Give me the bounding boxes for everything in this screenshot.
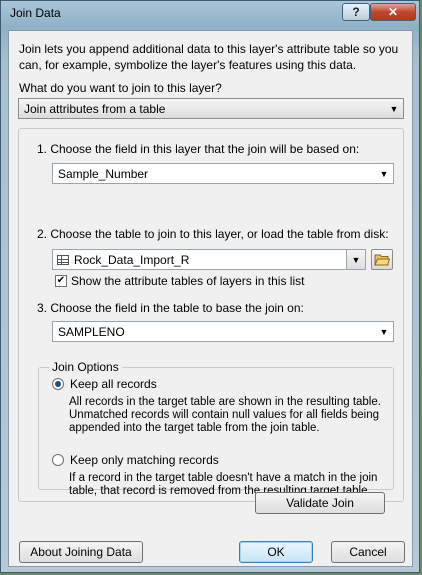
join-options-title: Join Options bbox=[49, 360, 122, 374]
keep-matching-records-label: Keep only matching records bbox=[70, 453, 219, 467]
validate-join-button[interactable]: Validate Join bbox=[255, 492, 385, 514]
radio-selected-dot bbox=[55, 381, 61, 387]
layer-field-dropdown[interactable]: Sample_Number ▼ bbox=[52, 163, 394, 184]
chevron-down-icon: ▼ bbox=[389, 103, 399, 114]
table-field-dropdown[interactable]: SAMPLENO ▼ bbox=[52, 321, 394, 342]
close-button[interactable]: ✕ bbox=[370, 3, 416, 21]
open-folder-button[interactable] bbox=[371, 249, 393, 270]
join-type-value: Join attributes from a table bbox=[24, 101, 166, 116]
show-attribute-tables-checkbox[interactable]: ✔ Show the attribute tables of layers in… bbox=[55, 274, 304, 288]
help-button[interactable]: ? bbox=[342, 3, 370, 21]
step1-label: 1. Choose the field in this layer that t… bbox=[37, 142, 360, 156]
join-table-dropdown[interactable]: Rock_Data_Import_R ▼ bbox=[52, 249, 366, 270]
join-table-value: Rock_Data_Import_R bbox=[74, 252, 190, 267]
cancel-button[interactable]: Cancel bbox=[331, 541, 405, 563]
intro-text: Join lets you append additional data to … bbox=[19, 42, 399, 72]
keep-all-records-description: All records in the target table are show… bbox=[69, 396, 381, 434]
ok-button[interactable]: OK bbox=[239, 541, 313, 563]
radio-button[interactable] bbox=[52, 454, 64, 466]
chevron-down-icon: ▼ bbox=[379, 326, 389, 337]
keep-matching-records-radio[interactable]: Keep only matching records bbox=[52, 453, 219, 467]
chevron-down-icon: ▼ bbox=[379, 168, 389, 179]
table-icon bbox=[57, 254, 69, 265]
keep-all-records-radio[interactable]: Keep all records bbox=[52, 377, 157, 391]
show-attribute-tables-label: Show the attribute tables of layers in t… bbox=[71, 274, 305, 288]
layer-field-value: Sample_Number bbox=[58, 166, 149, 181]
keep-all-records-label: Keep all records bbox=[70, 377, 157, 391]
step3-label: 3. Choose the field in the table to base… bbox=[37, 301, 304, 315]
open-folder-icon bbox=[374, 254, 390, 265]
dialog-title: Join Data bbox=[10, 6, 61, 20]
checkbox-box[interactable]: ✔ bbox=[55, 275, 67, 287]
radio-button[interactable] bbox=[52, 378, 64, 390]
join-type-dropdown[interactable]: Join attributes from a table ▼ bbox=[18, 98, 404, 119]
table-field-value: SAMPLENO bbox=[58, 324, 125, 339]
title-bar[interactable]: Join Data ? ✕ bbox=[1, 1, 419, 29]
join-type-question: What do you want to join to this layer? bbox=[19, 81, 222, 95]
chevron-down-icon: ▼ bbox=[346, 250, 365, 269]
join-settings-panel: 1. Choose the field in this layer that t… bbox=[18, 128, 404, 502]
about-joining-data-button[interactable]: About Joining Data bbox=[19, 541, 143, 563]
dialog-body: Join lets you append additional data to … bbox=[8, 30, 413, 567]
join-data-dialog: Join Data ? ✕ Join lets you append addit… bbox=[0, 0, 420, 573]
step2-label: 2. Choose the table to join to this laye… bbox=[37, 227, 389, 241]
